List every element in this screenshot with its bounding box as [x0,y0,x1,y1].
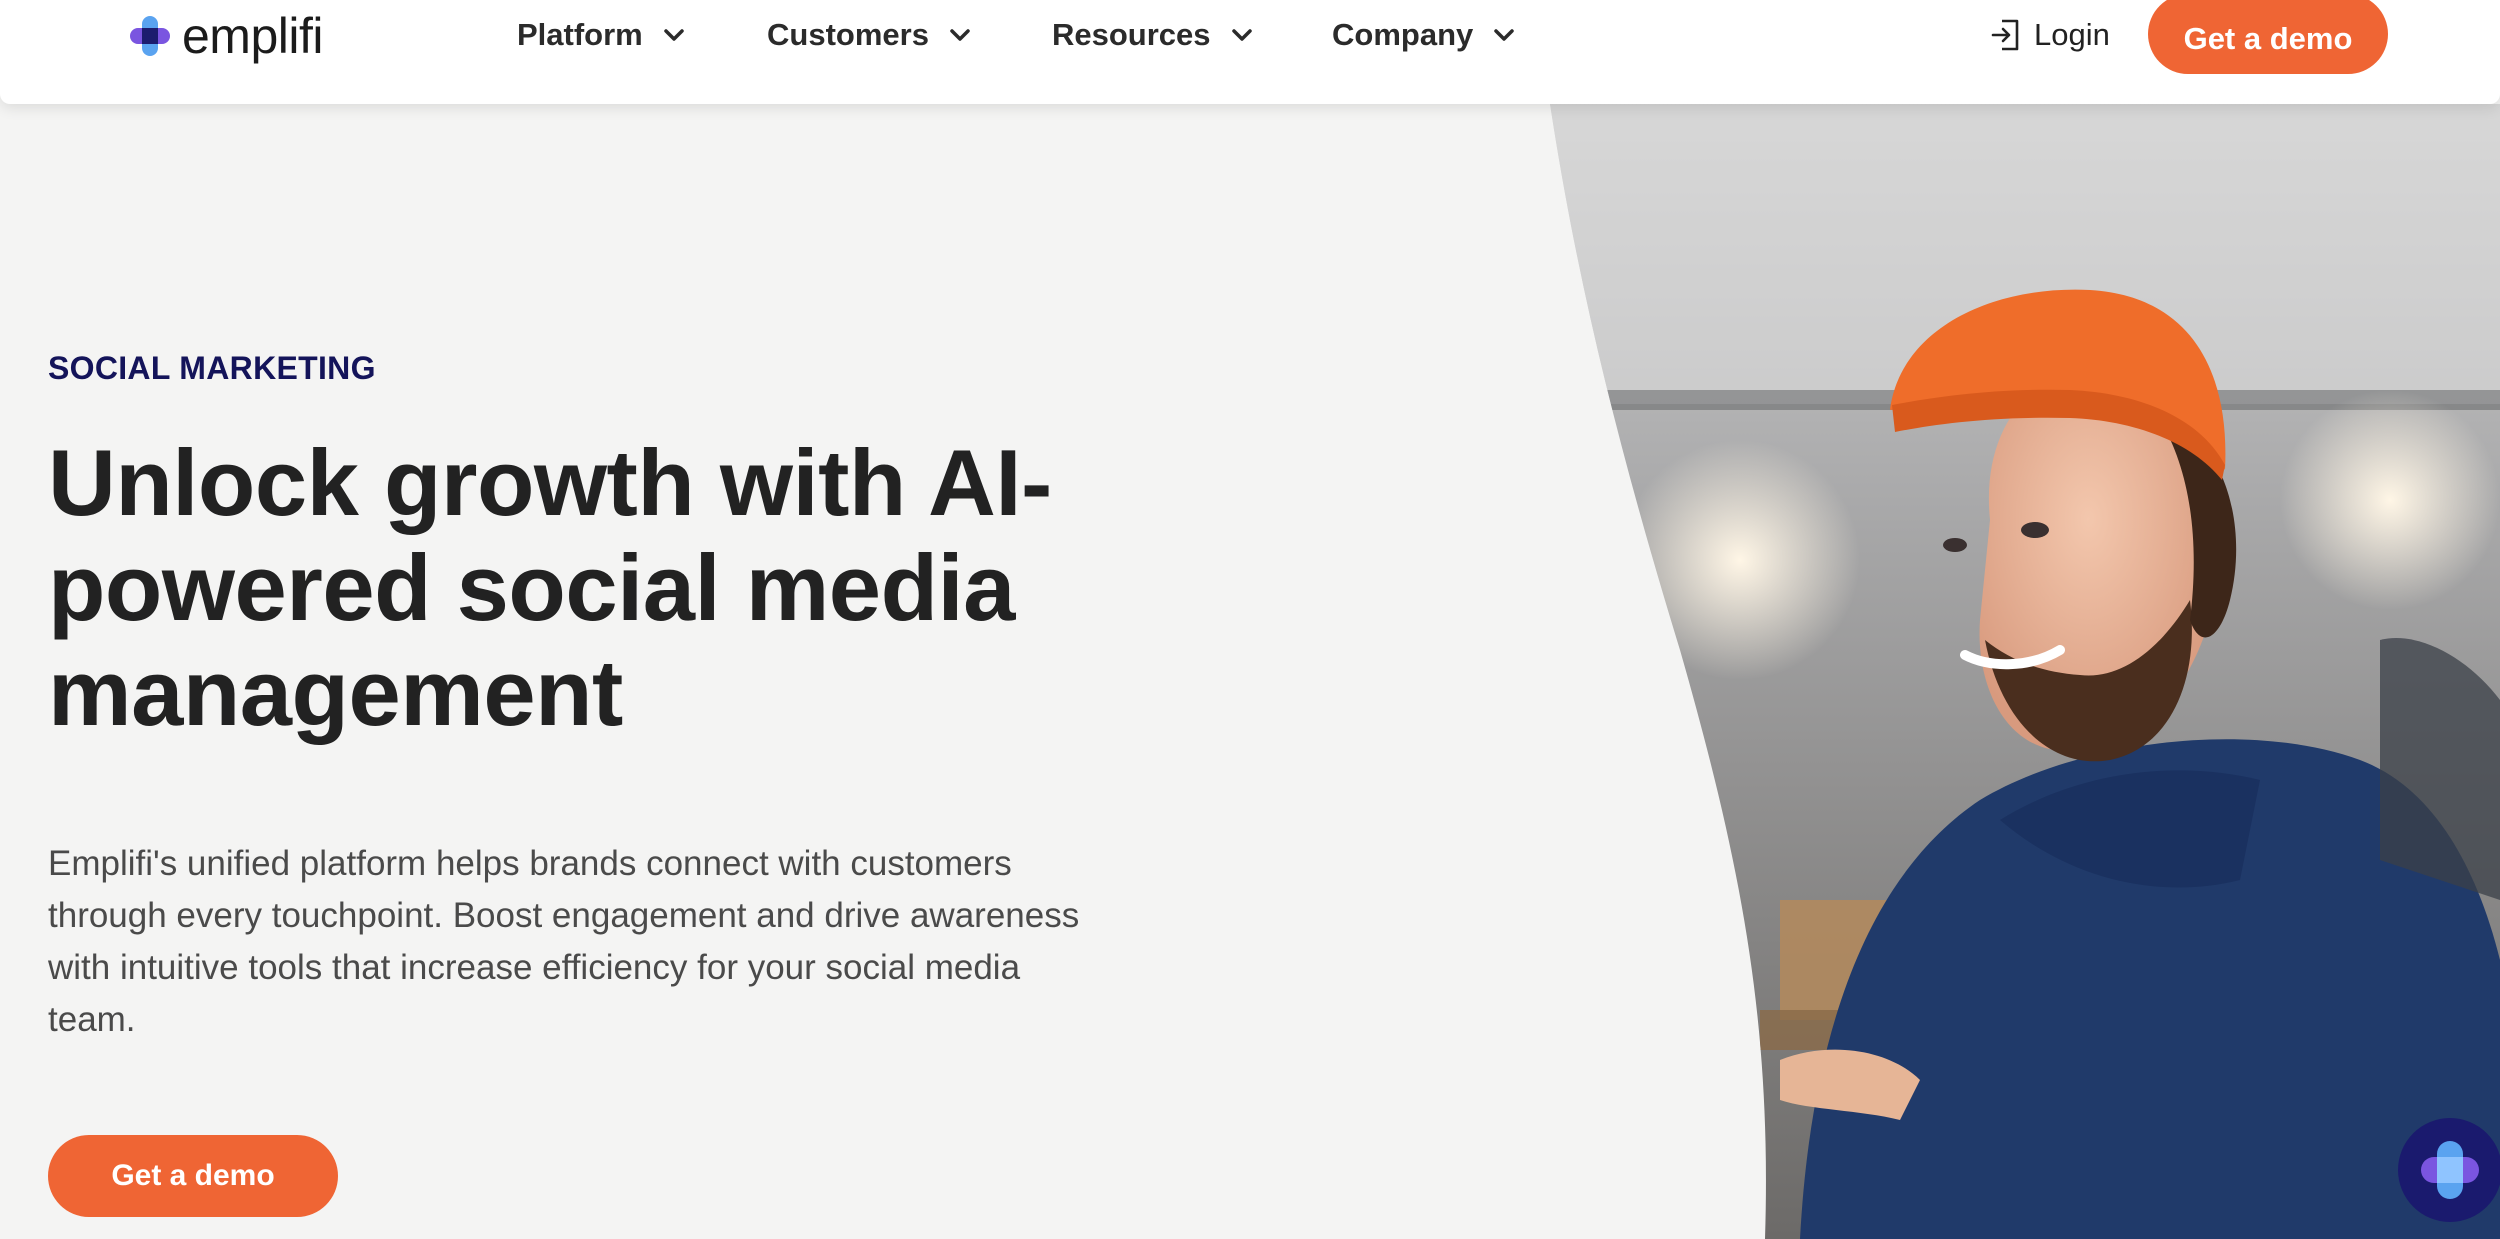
login-icon [1991,19,2019,51]
nav-resources[interactable]: Resources [1052,12,1253,58]
hero-headline: Unlock growth with AI- powered social me… [48,430,1148,745]
description-line: Emplifi's unified platform helps brands … [48,844,1012,883]
headline-line: management [48,640,623,745]
site-header: emplifi Platform Customers Resources Com… [0,0,2500,104]
get-demo-header-button[interactable]: Get a demo [2148,0,2388,74]
brand-name: emplifi [182,8,323,64]
nav-company[interactable]: Company [1332,12,1515,58]
nav-customers-label: Customers [767,17,929,52]
brand-logo[interactable]: emplifi [128,8,323,64]
description-line: team. [48,1000,136,1039]
chat-widget-icon [2421,1141,2479,1199]
chat-widget-button[interactable] [2398,1118,2500,1222]
chevron-down-icon [664,29,684,41]
get-demo-hero-button[interactable]: Get a demo [48,1135,338,1217]
nav-resources-label: Resources [1052,17,1211,52]
description-line: with intuitive tools that increase effic… [48,948,1021,987]
description-line: through every touchpoint. Boost engageme… [48,896,1080,935]
headline-line: Unlock growth with AI- [48,430,1052,535]
emplifi-logo-icon [130,16,170,56]
chevron-down-icon [1231,29,1252,41]
chevron-down-icon [1494,29,1514,41]
login-label: Login [2034,17,2110,52]
nav-company-label: Company [1332,17,1474,52]
nav-customers[interactable]: Customers [767,12,971,58]
section-eyebrow: SOCIAL MARKETING [48,350,376,386]
headline-line: powered social media [48,535,1015,640]
chevron-down-icon [950,29,970,41]
hero-description: Emplifi's unified platform helps brands … [48,838,1248,1046]
nav-platform[interactable]: Platform [517,12,685,58]
login-link[interactable]: Login [1990,12,2110,58]
nav-platform-label: Platform [517,17,643,52]
